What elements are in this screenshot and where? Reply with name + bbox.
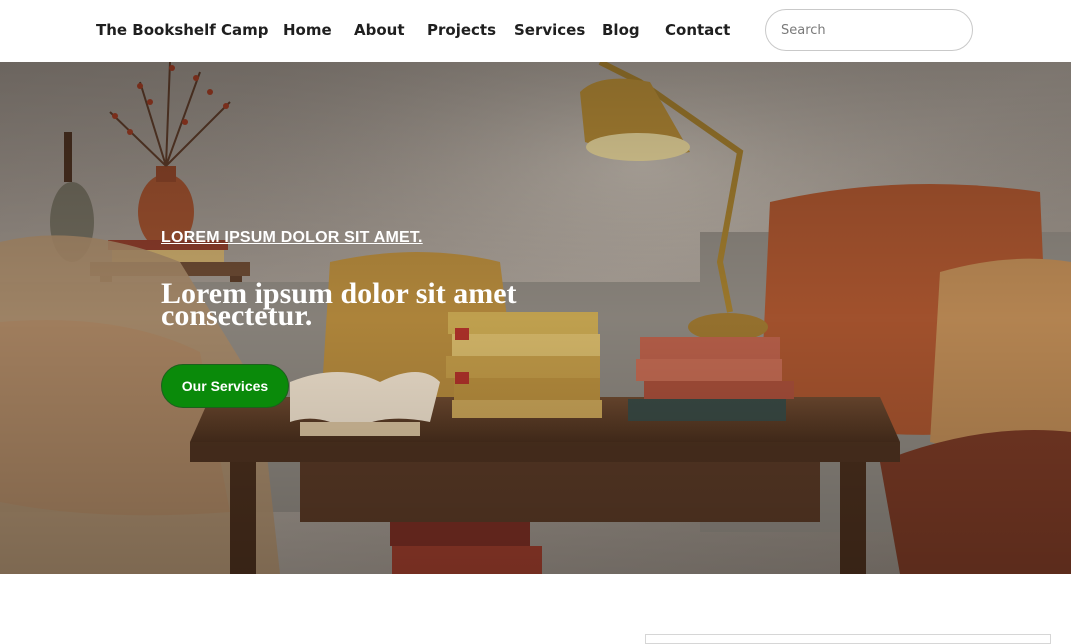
nav-projects[interactable]: Projects bbox=[427, 21, 496, 39]
nav-contact[interactable]: Contact bbox=[665, 21, 730, 39]
nav-services[interactable]: Services bbox=[514, 21, 585, 39]
search-input[interactable] bbox=[781, 20, 961, 40]
hero-banner: LOREM IPSUM DOLOR SIT AMET. Lorem ipsum … bbox=[0, 62, 1071, 574]
site-header: The Bookshelf Camp Home About Projects S… bbox=[0, 0, 1071, 62]
site-brand[interactable]: The Bookshelf Camp bbox=[96, 21, 269, 39]
search-box bbox=[765, 9, 973, 51]
content-card bbox=[645, 634, 1051, 644]
hero-headline: Lorem ipsum dolor sit amet consectetur. bbox=[161, 277, 517, 332]
nav-blog[interactable]: Blog bbox=[602, 21, 640, 39]
nav-about[interactable]: About bbox=[354, 21, 405, 39]
our-services-button[interactable]: Our Services bbox=[161, 364, 289, 408]
hero-eyebrow: LOREM IPSUM DOLOR SIT AMET. bbox=[161, 229, 423, 246]
nav-home[interactable]: Home bbox=[283, 21, 332, 39]
